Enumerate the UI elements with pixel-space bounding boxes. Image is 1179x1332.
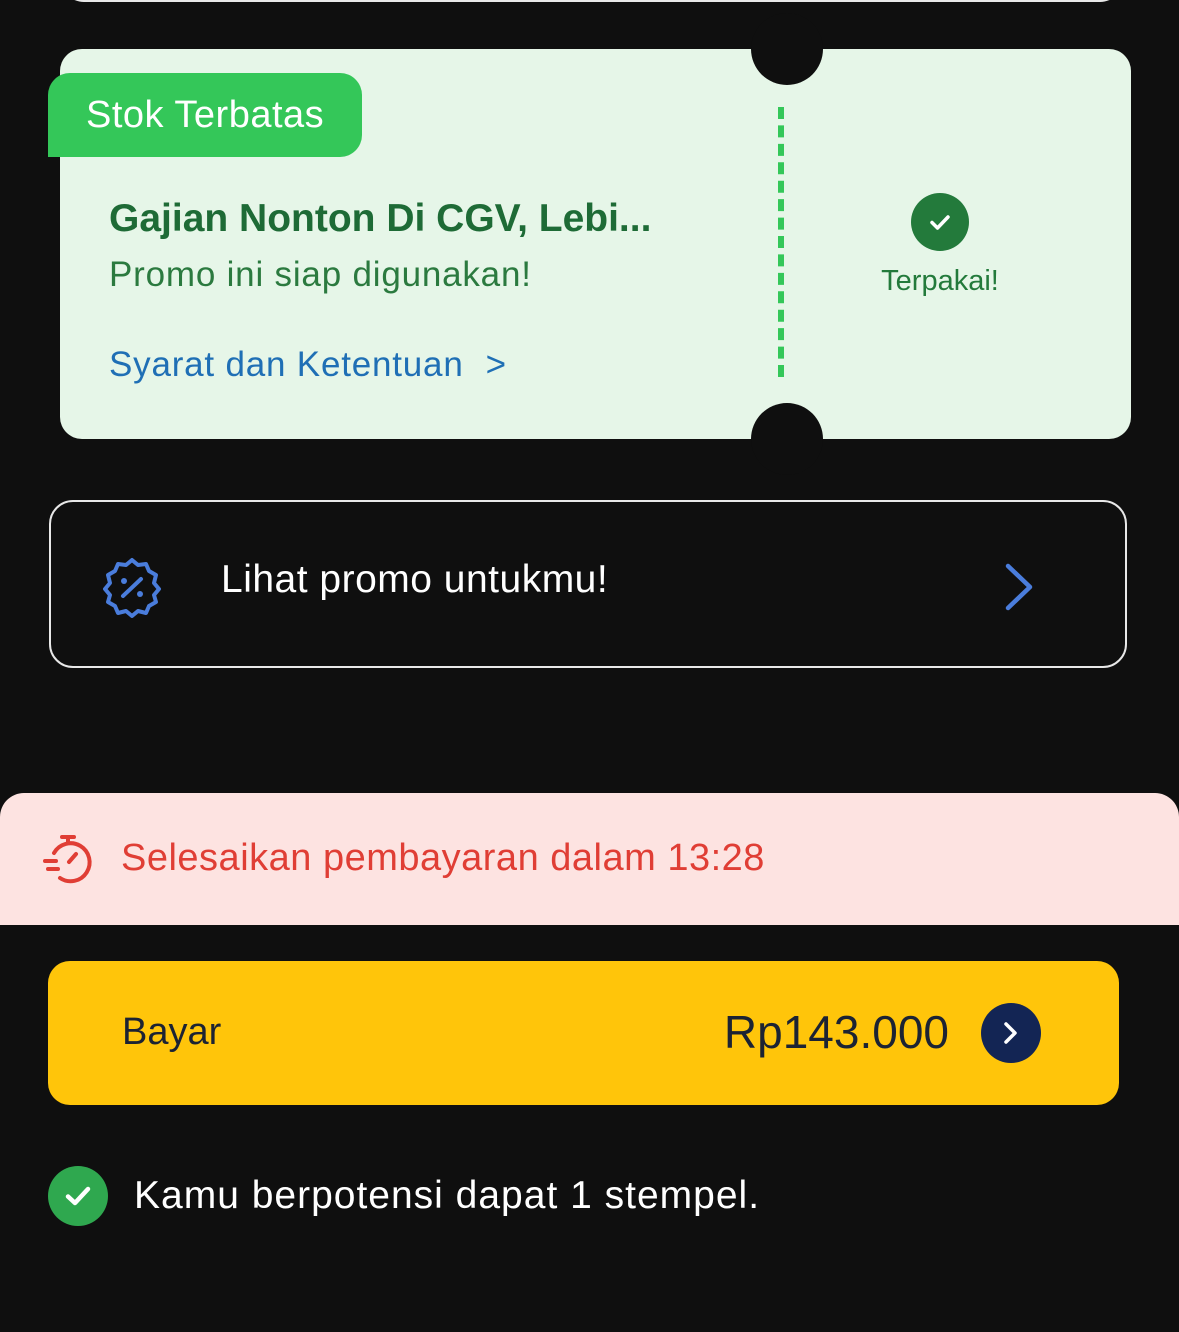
voucher-subtitle: Promo ini siap digunakan!	[109, 255, 532, 294]
payment-timer-text: Selesaikan pembayaran dalam 13:28	[121, 837, 765, 879]
discount-badge-icon	[103, 558, 161, 618]
voucher-status-label: Terpakai!	[881, 265, 999, 297]
previous-card-edge	[60, 0, 1124, 2]
check-circle-icon	[48, 1166, 108, 1226]
terms-link[interactable]: Syarat dan Ketentuan >	[109, 345, 507, 385]
chevron-right-circle-icon	[981, 1003, 1041, 1063]
pay-button[interactable]: Bayar Rp143.000	[48, 961, 1119, 1105]
pay-amount: Rp143.000	[723, 1006, 949, 1058]
payment-timer-banner: Selesaikan pembayaran dalam 13:28	[0, 793, 1179, 925]
voucher-title: Gajian Nonton Di CGV, Lebi...	[109, 197, 652, 240]
check-circle-icon	[911, 193, 969, 251]
stamp-info: Kamu berpotensi dapat 1 stempel.	[48, 1166, 760, 1226]
limited-stock-badge: Stok Terbatas	[48, 73, 363, 157]
voucher-divider	[778, 107, 784, 377]
voucher-notch-bottom	[751, 403, 823, 475]
voucher-card[interactable]: Stok Terbatas Gajian Nonton Di CGV, Lebi…	[48, 13, 1131, 475]
stopwatch-icon	[43, 835, 92, 884]
chevron-right-icon: >	[485, 345, 507, 384]
terms-link-label: Syarat dan Ketentuan	[109, 345, 464, 384]
voucher-notch-top	[751, 13, 823, 85]
see-promo-button[interactable]: Lihat promo untukmu!	[49, 500, 1127, 668]
pay-button-label: Bayar	[122, 1011, 222, 1053]
stamp-info-text: Kamu berpotensi dapat 1 stempel.	[134, 1174, 761, 1217]
chevron-right-icon	[1005, 563, 1033, 611]
checkout-page: Stok Terbatas Gajian Nonton Di CGV, Lebi…	[0, 0, 1179, 1332]
see-promo-label: Lihat promo untukmu!	[221, 558, 609, 601]
voucher-status: Terpakai!	[840, 193, 1040, 298]
